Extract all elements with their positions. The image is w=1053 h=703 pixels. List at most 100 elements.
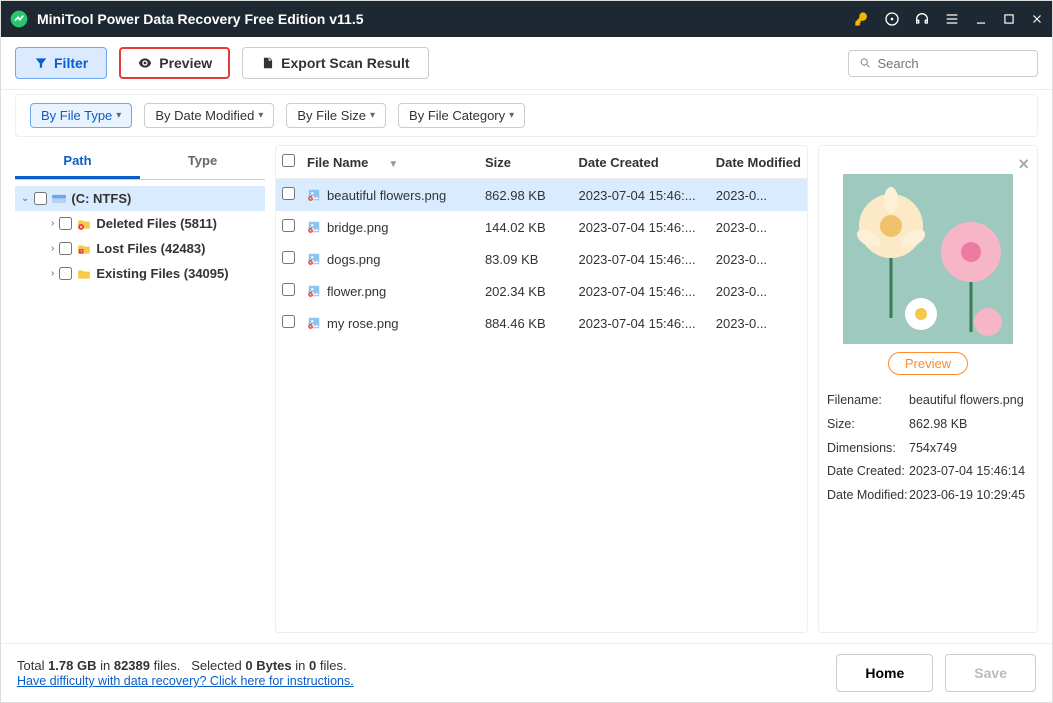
folder-existing-icon (77, 268, 91, 280)
col-date-modified[interactable]: Date Modified (710, 146, 807, 179)
row-checkbox[interactable] (282, 187, 295, 200)
filter-bar: By File Type ▾ By Date Modified ▾ By Fil… (15, 94, 1038, 137)
search-input[interactable] (877, 56, 1027, 71)
info-date-created: 2023-07-04 15:46:14 (909, 460, 1025, 484)
row-date-modified: 2023-0... (710, 275, 807, 307)
info-filename-label: Filename: (827, 389, 909, 413)
preview-icon (137, 55, 153, 71)
row-size: 83.09 KB (479, 243, 573, 275)
info-date-modified: 2023-06-19 10:29:45 (909, 484, 1025, 508)
search-box[interactable] (848, 50, 1038, 77)
tree-existing[interactable]: › Existing Files (34095) (15, 261, 265, 286)
file-panel: File Name▼ Size Date Created Date Modifi… (275, 145, 808, 633)
tab-path[interactable]: Path (15, 145, 140, 179)
menu-icon[interactable] (944, 11, 960, 27)
info-dimensions-label: Dimensions: (827, 437, 909, 461)
home-button[interactable]: Home (836, 654, 933, 692)
row-checkbox[interactable] (282, 315, 295, 328)
minimize-icon[interactable] (974, 12, 988, 26)
row-filename: dogs.png (327, 252, 381, 267)
status-line: Total 1.78 GB in 82389 files. Selected 0… (17, 658, 354, 673)
row-checkbox[interactable] (282, 251, 295, 264)
info-date-created-label: Date Created: (827, 460, 909, 484)
key-icon[interactable] (854, 11, 870, 27)
table-row[interactable]: my rose.png884.46 KB2023-07-04 15:46:...… (276, 307, 807, 339)
drive-icon (52, 193, 66, 205)
info-dimensions: 754x749 (909, 437, 957, 461)
row-checkbox[interactable] (282, 219, 295, 232)
tree-root-checkbox[interactable] (34, 192, 47, 205)
preview-open-button[interactable]: Preview (888, 352, 968, 375)
window-title: MiniTool Power Data Recovery Free Editio… (37, 11, 854, 27)
export-label: Export Scan Result (281, 55, 409, 71)
tree-root[interactable]: ⌄ (C: NTFS) (15, 186, 265, 211)
search-icon (859, 56, 871, 70)
tree-deleted[interactable]: › Deleted Files (5811) (15, 211, 265, 236)
row-size: 862.98 KB (479, 179, 573, 212)
close-icon[interactable] (1030, 12, 1044, 26)
app-logo-icon (9, 9, 29, 29)
image-file-icon (307, 188, 321, 202)
row-size: 884.46 KB (479, 307, 573, 339)
table-row[interactable]: beautiful flowers.png862.98 KB2023-07-04… (276, 179, 807, 212)
chevron-down-icon: ▾ (370, 110, 375, 121)
select-all-checkbox[interactable] (282, 154, 295, 167)
chevron-right-icon[interactable]: › (51, 268, 54, 279)
info-size-label: Size: (827, 413, 909, 437)
export-button[interactable]: Export Scan Result (242, 47, 428, 79)
headset-icon[interactable] (914, 11, 930, 27)
col-filename[interactable]: File Name▼ (301, 146, 479, 179)
chevron-down-icon: ▾ (509, 110, 514, 121)
row-date-modified: 2023-0... (710, 179, 807, 212)
row-date-modified: 2023-0... (710, 243, 807, 275)
filter-date-modified[interactable]: By Date Modified ▾ (144, 103, 274, 128)
filter-file-size[interactable]: By File Size ▾ (286, 103, 386, 128)
tree-root-label: (C: NTFS) (71, 191, 131, 206)
row-size: 144.02 KB (479, 211, 573, 243)
image-file-icon (307, 220, 321, 234)
tab-type[interactable]: Type (140, 145, 265, 179)
sort-desc-icon: ▼ (388, 159, 398, 170)
svg-text:?: ? (80, 249, 83, 254)
row-date-modified: 2023-0... (710, 307, 807, 339)
chevron-down-icon: ▾ (116, 110, 121, 121)
tree-lost[interactable]: › ? Lost Files (42483) (15, 236, 265, 261)
chevron-down-icon: ▾ (258, 110, 263, 121)
help-link[interactable]: Have difficulty with data recovery? Clic… (17, 674, 354, 688)
row-date-created: 2023-07-04 15:46:... (572, 211, 709, 243)
file-table: File Name▼ Size Date Created Date Modifi… (276, 146, 807, 339)
chevron-down-icon[interactable]: ⌄ (21, 193, 29, 204)
row-date-created: 2023-07-04 15:46:... (572, 179, 709, 212)
tree-deleted-checkbox[interactable] (59, 217, 72, 230)
tree-existing-label: Existing Files (34095) (96, 266, 228, 281)
row-checkbox[interactable] (282, 283, 295, 296)
row-date-modified: 2023-0... (710, 211, 807, 243)
row-filename: my rose.png (327, 316, 399, 331)
folder-lost-icon: ? (77, 243, 91, 255)
export-icon (261, 56, 275, 70)
row-size: 202.34 KB (479, 275, 573, 307)
image-file-icon (307, 316, 321, 330)
filter-file-type[interactable]: By File Type ▾ (30, 103, 132, 128)
disc-icon[interactable] (884, 11, 900, 27)
filter-file-category[interactable]: By File Category ▾ (398, 103, 525, 128)
info-filename: beautiful flowers.png (909, 389, 1024, 413)
table-row[interactable]: bridge.png144.02 KB2023-07-04 15:46:...2… (276, 211, 807, 243)
table-row[interactable]: flower.png202.34 KB2023-07-04 15:46:...2… (276, 275, 807, 307)
preview-label: Preview (159, 55, 212, 71)
save-button[interactable]: Save (945, 654, 1036, 692)
chevron-right-icon[interactable]: › (51, 218, 54, 229)
maximize-icon[interactable] (1002, 12, 1016, 26)
col-size[interactable]: Size (479, 146, 573, 179)
col-date-created[interactable]: Date Created (572, 146, 709, 179)
filter-button[interactable]: Filter (15, 47, 107, 79)
tree-lost-checkbox[interactable] (59, 242, 72, 255)
footer: Total 1.78 GB in 82389 files. Selected 0… (1, 643, 1052, 702)
preview-button[interactable]: Preview (119, 47, 230, 79)
chevron-right-icon[interactable]: › (51, 243, 54, 254)
tree-existing-checkbox[interactable] (59, 267, 72, 280)
tree-lost-label: Lost Files (42483) (96, 241, 205, 256)
filter-label: Filter (54, 55, 88, 71)
close-preview-icon[interactable]: × (1018, 154, 1029, 175)
table-row[interactable]: dogs.png83.09 KB2023-07-04 15:46:...2023… (276, 243, 807, 275)
